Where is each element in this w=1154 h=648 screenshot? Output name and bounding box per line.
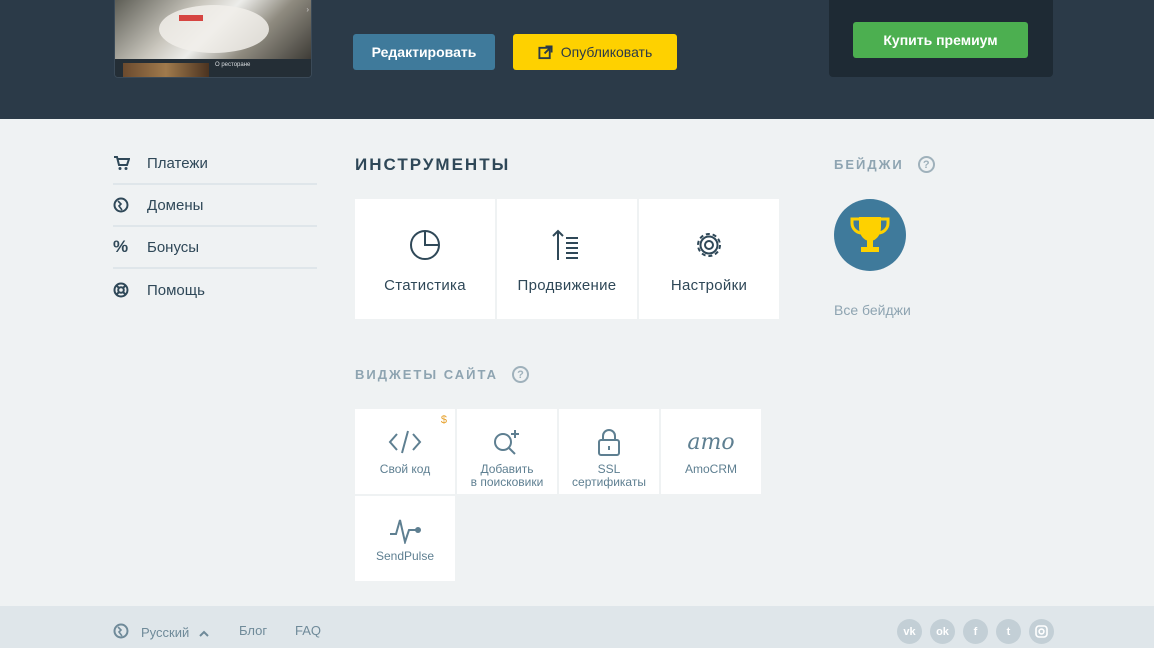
- sidebar-item-domains[interactable]: Домены: [113, 185, 317, 227]
- preview-strip: О ресторане: [115, 59, 311, 77]
- lock-icon: [596, 425, 622, 459]
- widget-label: AmoCRM: [684, 462, 737, 476]
- sidebar-item-label: Платежи: [147, 154, 208, 172]
- search-add-icon: [491, 425, 523, 459]
- widgets-grid: $ Свой код Добавить в поисковики SSL серти…: [355, 409, 765, 581]
- sidebar-item-help[interactable]: Помощь: [113, 269, 317, 311]
- sidebar: Платежи Домены % Бонусы Помощь: [113, 143, 317, 311]
- preview-caption: О ресторане: [215, 62, 251, 68]
- pie-chart-icon: [408, 227, 442, 263]
- code-icon: [388, 425, 422, 459]
- badges-title: БЕЙДЖИ ?: [834, 156, 935, 173]
- facebook-icon[interactable]: f: [963, 619, 988, 644]
- widget-sendpulse[interactable]: SendPulse: [355, 496, 455, 581]
- footer: Русский Блог FAQ vk ok f t: [0, 606, 1154, 648]
- tool-label: Настройки: [670, 277, 748, 294]
- widget-ssl[interactable]: SSL сертификаты: [559, 409, 659, 494]
- preview-strip-image: [123, 63, 209, 77]
- sidebar-item-bonuses[interactable]: % Бонусы: [113, 227, 317, 269]
- widget-label-line2: в поисковики: [470, 475, 544, 489]
- twitter-icon[interactable]: t: [996, 619, 1021, 644]
- external-link-icon: [538, 44, 553, 59]
- trophy-icon: [850, 217, 890, 252]
- globe-icon: [113, 623, 129, 642]
- preview-plate: [159, 5, 269, 53]
- odnoklassniki-icon[interactable]: ok: [930, 619, 955, 644]
- tools-title: ИНСТРУМЕНТЫ: [355, 155, 511, 174]
- badges-title-text: БЕЙДЖИ: [834, 157, 904, 172]
- widget-label-line1: Добавить: [480, 462, 534, 476]
- tool-label: Продвижение: [517, 277, 617, 294]
- preview-arrow-icon: ›: [306, 5, 309, 14]
- percent-icon: %: [113, 237, 129, 256]
- paid-mark: $: [440, 414, 447, 426]
- publish-button[interactable]: Опубликовать: [513, 34, 677, 70]
- publish-label: Опубликовать: [560, 44, 653, 60]
- header: › О ресторане Редактировать Опубликовать…: [0, 0, 1154, 119]
- badges-help-icon[interactable]: ?: [917, 156, 935, 173]
- sidebar-item-payments[interactable]: Платежи: [113, 143, 317, 185]
- tool-label: Статистика: [384, 277, 466, 294]
- widgets-title: ВИДЖЕТЫ САЙТА ?: [355, 366, 529, 383]
- amo-logo: amo: [687, 425, 734, 459]
- blog-link[interactable]: Блог: [239, 623, 267, 638]
- badge[interactable]: [834, 199, 906, 271]
- chevron-up-icon: [199, 625, 209, 640]
- edit-button[interactable]: Редактировать: [353, 34, 495, 70]
- widget-custom-code[interactable]: $ Свой код: [355, 409, 455, 494]
- widget-search-engines[interactable]: Добавить в поисковики: [457, 409, 557, 494]
- language-label: Русский: [141, 625, 190, 640]
- sidebar-item-label: Помощь: [147, 281, 205, 299]
- site-preview-thumbnail[interactable]: › О ресторане: [114, 0, 312, 78]
- social-links: vk ok f t: [897, 619, 1054, 644]
- sidebar-item-label: Домены: [147, 196, 204, 214]
- pulse-icon: [388, 512, 422, 546]
- widget-label: Свой код: [379, 462, 431, 476]
- faq-link[interactable]: FAQ: [295, 623, 321, 638]
- preview-red-button: [179, 15, 203, 21]
- instagram-icon[interactable]: [1029, 619, 1054, 644]
- amo-logo-text: amo: [687, 429, 735, 455]
- tool-settings[interactable]: Настройки: [639, 199, 779, 319]
- language-selector[interactable]: Русский: [113, 623, 209, 642]
- sidebar-item-label: Бонусы: [147, 238, 200, 256]
- widget-label-line2: сертификаты: [572, 475, 646, 489]
- widgets-help-icon[interactable]: ?: [512, 366, 529, 383]
- widgets-title-text: ВИДЖЕТЫ САЙТА: [355, 367, 498, 382]
- widget-label: SendPulse: [375, 549, 435, 563]
- widget-label: Добавить в поисковики: [471, 463, 544, 489]
- all-badges-link[interactable]: Все бейджи: [834, 302, 911, 318]
- widget-label: SSL сертификаты: [572, 463, 646, 489]
- widget-amocrm[interactable]: amo AmoCRM: [661, 409, 761, 494]
- cart-icon: [113, 155, 147, 171]
- tools-grid: Статистика Продвижение Настройки: [355, 199, 779, 319]
- globe-icon: [113, 197, 147, 213]
- promotion-icon: [551, 227, 583, 263]
- tool-promotion[interactable]: Продвижение: [497, 199, 637, 319]
- lifebuoy-icon: [113, 282, 147, 298]
- tool-statistics[interactable]: Статистика: [355, 199, 495, 319]
- buy-premium-button[interactable]: Купить премиум: [853, 22, 1028, 58]
- gear-icon: [692, 227, 726, 263]
- widget-label-line1: SSL: [597, 462, 621, 476]
- vk-icon[interactable]: vk: [897, 619, 922, 644]
